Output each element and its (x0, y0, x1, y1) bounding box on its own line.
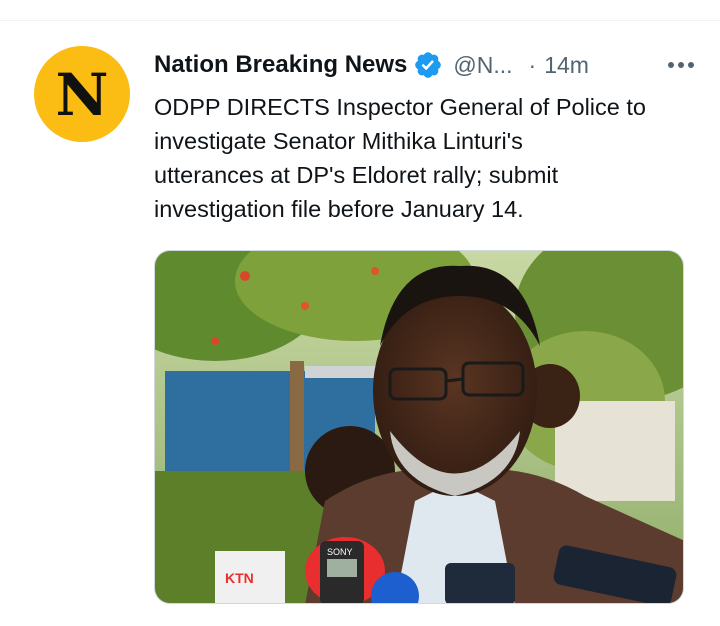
flower (371, 267, 379, 275)
flower (240, 271, 250, 281)
avatar-logo-letter: N (55, 61, 109, 129)
timestamp[interactable]: 14m (544, 52, 589, 79)
separator-dot: · (528, 51, 537, 78)
author-handle[interactable]: @N... (453, 52, 512, 79)
verified-badge-icon (415, 52, 442, 78)
more-dot (678, 62, 684, 68)
tweet-text-line: investigation file before January 14. (154, 196, 524, 222)
tweet-text-line: ODPP DIRECTS Inspector General of Police… (154, 94, 646, 120)
tweet-text-line: investigate Senator Mithika Linturi's (154, 128, 523, 154)
top-divider (0, 20, 720, 21)
tweet-text: ODPP DIRECTS Inspector General of Police… (154, 90, 694, 226)
flower (301, 302, 309, 310)
tweet-text-line: utterances at DP's Eldoret rally; submit (154, 162, 559, 188)
more-options-icon[interactable] (668, 48, 694, 82)
phone-recording (445, 563, 515, 603)
photo-illustration: KTN SONY (155, 251, 683, 603)
author-name[interactable]: Nation Breaking News (154, 51, 407, 79)
more-dot (668, 62, 674, 68)
recorder-brand: SONY (327, 547, 353, 557)
mic-label-ktn: KTN (225, 570, 254, 586)
glasses-bridge (445, 377, 464, 383)
tweet-media-photo[interactable]: KTN SONY (154, 250, 684, 604)
more-dot (688, 62, 694, 68)
recorder-screen (327, 559, 357, 577)
flower (211, 337, 219, 345)
tweet-header: Nation Breaking News @N... · 14m (154, 48, 694, 82)
avatar[interactable]: N (34, 46, 130, 142)
